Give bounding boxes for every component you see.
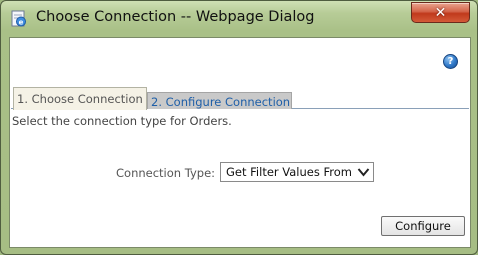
connection-type-value: Get Filter Values From: [226, 165, 353, 179]
dialog-title: Choose Connection -- Webpage Dialog: [36, 9, 315, 25]
tab-choose-connection[interactable]: 1. Choose Connection: [13, 87, 147, 110]
title-bar[interactable]: e Choose Connection -- Webpage Dialog ✕: [1, 1, 477, 37]
configure-button[interactable]: Configure: [381, 216, 465, 236]
connection-type-label: Connection Type:: [116, 166, 216, 180]
dialog-content: ? 1. Choose Connection 2. Configure Conn…: [9, 37, 471, 248]
help-icon[interactable]: ?: [443, 54, 458, 69]
dialog-window: e Choose Connection -- Webpage Dialog ✕ …: [0, 0, 478, 255]
chevron-down-icon: [357, 168, 370, 177]
tab-configure-connection[interactable]: 2. Configure Connection: [147, 92, 292, 109]
close-button[interactable]: ✕: [411, 2, 470, 23]
close-icon: ✕: [434, 4, 447, 21]
connection-type-select[interactable]: Get Filter Values From: [220, 162, 374, 182]
svg-text:e: e: [19, 19, 24, 27]
ie-page-icon: e: [11, 10, 26, 27]
description-text: Select the connection type for Orders.: [12, 114, 232, 128]
